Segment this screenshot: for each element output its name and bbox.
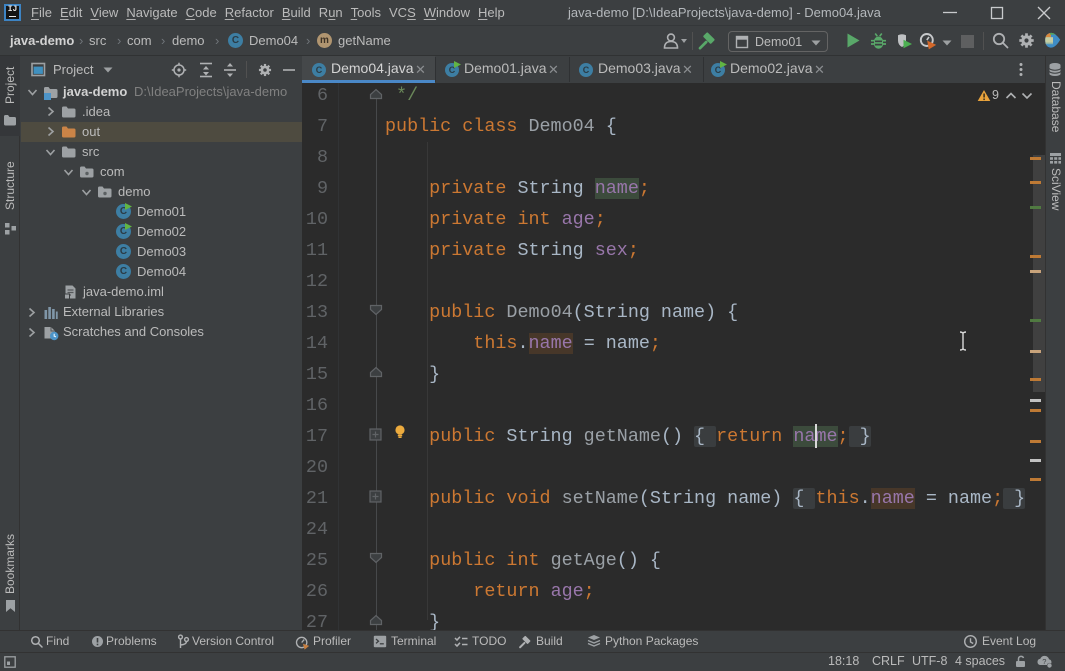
- svg-text:?: ?: [1042, 657, 1046, 666]
